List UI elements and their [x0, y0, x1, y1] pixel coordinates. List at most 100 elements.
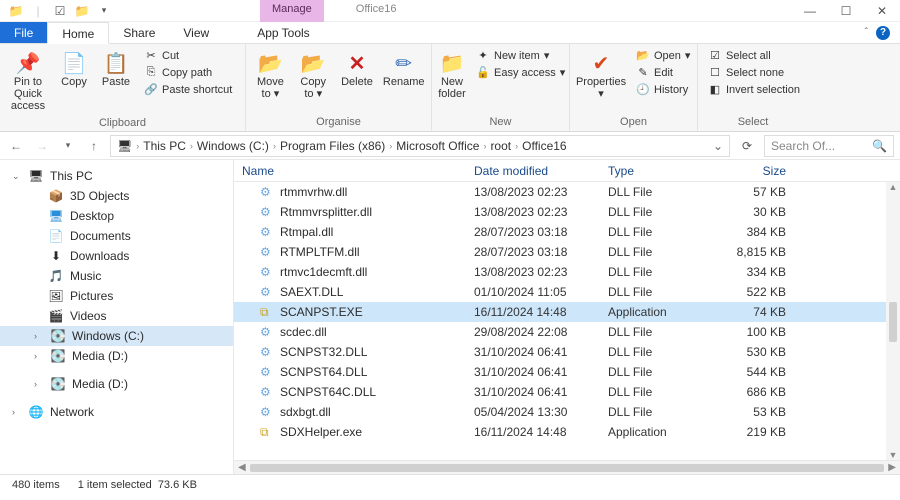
- breadcrumb-segment[interactable]: Office16: [522, 139, 566, 153]
- file-row[interactable]: ⚙RTMPLTFM.dll28/07/2023 03:18DLL File8,8…: [234, 242, 900, 262]
- file-row[interactable]: ⧉SDXHelper.exe16/11/2024 14:48Applicatio…: [234, 422, 900, 442]
- minimize-button[interactable]: —: [792, 0, 828, 22]
- file-row[interactable]: ⚙SCNPST64C.DLL31/10/2024 06:41DLL File68…: [234, 382, 900, 402]
- nav-pictures[interactable]: 🖼Pictures: [0, 286, 233, 306]
- navigation-pane[interactable]: ⌄🖥This PC 📦3D Objects 🖥Desktop 📄Document…: [0, 160, 234, 474]
- column-type[interactable]: Type: [608, 164, 726, 178]
- nav-downloads[interactable]: ⬇Downloads: [0, 246, 233, 266]
- rename-button[interactable]: ✏ Rename: [380, 46, 427, 92]
- paste-shortcut-button[interactable]: 🔗Paste shortcut: [142, 82, 234, 97]
- properties-button[interactable]: ✔ Properties ▾: [574, 46, 628, 104]
- new-folder-qat-icon[interactable]: 📁: [74, 3, 90, 19]
- scroll-left-icon[interactable]: ◀: [238, 462, 246, 473]
- properties-qat-icon[interactable]: ☑: [52, 3, 68, 19]
- nav-media-d2[interactable]: ›💽Media (D:): [0, 374, 233, 394]
- nav-videos[interactable]: 🎬Videos: [0, 306, 233, 326]
- up-button[interactable]: ↑: [84, 136, 104, 156]
- nav-network[interactable]: ›🌐Network: [0, 402, 233, 422]
- back-button[interactable]: ←: [6, 136, 26, 156]
- scroll-thumb[interactable]: [889, 302, 897, 342]
- select-all-button[interactable]: ☑Select all: [706, 48, 802, 63]
- help-icon[interactable]: ?: [876, 26, 890, 40]
- move-to-button[interactable]: 📂 Move to ▾: [250, 46, 291, 104]
- copy-path-button[interactable]: ⎘Copy path: [142, 65, 234, 80]
- file-row[interactable]: ⚙scdec.dll29/08/2024 22:08DLL File100 KB: [234, 322, 900, 342]
- forward-button[interactable]: →: [32, 136, 52, 156]
- column-date[interactable]: Date modified: [474, 164, 608, 178]
- paste-button[interactable]: 📋 Paste: [96, 46, 136, 92]
- new-item-button[interactable]: ✦New item ▾: [474, 48, 567, 63]
- file-row[interactable]: ⚙sdxbgt.dll05/04/2024 13:30DLL File53 KB: [234, 402, 900, 422]
- file-row[interactable]: ⚙rtmmvrhw.dll13/08/2023 02:23DLL File57 …: [234, 182, 900, 202]
- column-name[interactable]: Name: [242, 164, 474, 178]
- pin-to-quick-access-button[interactable]: 📌 Pin to Quick access: [4, 46, 52, 116]
- file-row[interactable]: ⚙Rtmmvrsplitter.dll13/08/2023 02:23DLL F…: [234, 202, 900, 222]
- delete-button[interactable]: ✕ Delete: [336, 46, 379, 92]
- expand-caret-icon[interactable]: ›: [12, 407, 22, 417]
- file-rows[interactable]: ⚙rtmmvrhw.dll13/08/2023 02:23DLL File57 …: [234, 182, 900, 460]
- rename-label: Rename: [383, 76, 425, 88]
- history-button[interactable]: 🕘History: [634, 82, 692, 97]
- copy-to-button[interactable]: 📂 Copy to ▾: [293, 46, 334, 104]
- app-tools-tab[interactable]: App Tools: [243, 22, 323, 43]
- chevron-down-icon[interactable]: ⌄: [713, 139, 723, 153]
- file-row[interactable]: ⚙SAEXT.DLL01/10/2024 11:05DLL File522 KB: [234, 282, 900, 302]
- scroll-up-icon[interactable]: ▲: [889, 182, 898, 192]
- breadcrumb-segment[interactable]: Windows (C:): [197, 139, 269, 153]
- close-button[interactable]: ✕: [864, 0, 900, 22]
- chevron-right-icon: ›: [136, 141, 139, 151]
- nav-desktop[interactable]: 🖥Desktop: [0, 206, 233, 226]
- search-input[interactable]: Search Of... 🔍: [764, 135, 894, 157]
- file-type: Application: [608, 305, 726, 319]
- horizontal-scrollbar[interactable]: ◀ ▶: [234, 460, 900, 474]
- invert-selection-button[interactable]: ◧Invert selection: [706, 82, 802, 97]
- share-tab[interactable]: Share: [109, 22, 169, 43]
- nav-3d-objects[interactable]: 📦3D Objects: [0, 186, 233, 206]
- breadcrumb-segment[interactable]: Microsoft Office: [396, 139, 479, 153]
- scroll-right-icon[interactable]: ▶: [888, 462, 896, 473]
- nav-this-pc[interactable]: ⌄🖥This PC: [0, 166, 233, 186]
- select-none-button[interactable]: ☐Select none: [706, 65, 802, 80]
- breadcrumb[interactable]: 🖥 › This PC › Windows (C:) › Program Fil…: [110, 135, 730, 157]
- file-row[interactable]: ⚙SCNPST32.DLL31/10/2024 06:41DLL File530…: [234, 342, 900, 362]
- cut-button[interactable]: ✂Cut: [142, 48, 234, 63]
- file-date: 29/08/2024 22:08: [474, 325, 608, 339]
- breadcrumb-segment[interactable]: Program Files (x86): [280, 139, 385, 153]
- breadcrumb-segment[interactable]: This PC: [143, 139, 186, 153]
- file-row[interactable]: ⚙Rtmpal.dll28/07/2023 03:18DLL File384 K…: [234, 222, 900, 242]
- file-row[interactable]: ⚙rtmvc1decmft.dll13/08/2023 02:23DLL Fil…: [234, 262, 900, 282]
- nav-documents[interactable]: 📄Documents: [0, 226, 233, 246]
- edit-button[interactable]: ✎Edit: [634, 65, 692, 80]
- expand-caret-icon[interactable]: ›: [34, 379, 44, 389]
- view-tab[interactable]: View: [169, 22, 223, 43]
- expand-caret-icon[interactable]: ⌄: [12, 171, 22, 182]
- file-icon: ⚙: [260, 325, 276, 339]
- file-row[interactable]: ⧉SCANPST.EXE16/11/2024 14:48Application7…: [234, 302, 900, 322]
- column-headers[interactable]: Name Date modified Type Size: [234, 160, 900, 182]
- file-tab[interactable]: File: [0, 22, 47, 43]
- new-folder-button[interactable]: 📁 New folder: [436, 46, 468, 104]
- nav-media-d1[interactable]: ›💽Media (D:): [0, 346, 233, 366]
- collapse-ribbon-icon[interactable]: ˆ: [865, 27, 868, 38]
- copy-button[interactable]: 📄 Copy: [54, 46, 94, 92]
- manage-tab[interactable]: Manage: [260, 0, 324, 22]
- column-size[interactable]: Size: [726, 164, 786, 178]
- home-tab[interactable]: Home: [47, 22, 109, 44]
- refresh-button[interactable]: ⟳: [736, 139, 758, 153]
- ribbon: 📌 Pin to Quick access 📄 Copy 📋 Paste ✂Cu…: [0, 44, 900, 132]
- nav-music[interactable]: 🎵Music: [0, 266, 233, 286]
- maximize-button[interactable]: ☐: [828, 0, 864, 22]
- expand-caret-icon[interactable]: ›: [34, 351, 44, 361]
- nav-windows-c[interactable]: ›💽Windows (C:): [0, 326, 233, 346]
- vertical-scrollbar[interactable]: ▲ ▼: [886, 182, 900, 460]
- open-button[interactable]: 📂Open ▾: [634, 48, 692, 63]
- scroll-thumb[interactable]: [250, 464, 885, 472]
- quick-access-toolbar: 📁 | ☑ 📁 ▾: [0, 3, 120, 19]
- file-row[interactable]: ⚙SCNPST64.DLL31/10/2024 06:41DLL File544…: [234, 362, 900, 382]
- scroll-down-icon[interactable]: ▼: [889, 450, 898, 460]
- recent-dropdown[interactable]: ▾: [58, 136, 78, 156]
- easy-access-button[interactable]: 🔓Easy access ▾: [474, 65, 567, 80]
- qat-dropdown-icon[interactable]: ▾: [96, 3, 112, 19]
- expand-caret-icon[interactable]: ›: [34, 331, 44, 341]
- breadcrumb-segment[interactable]: root: [490, 139, 511, 153]
